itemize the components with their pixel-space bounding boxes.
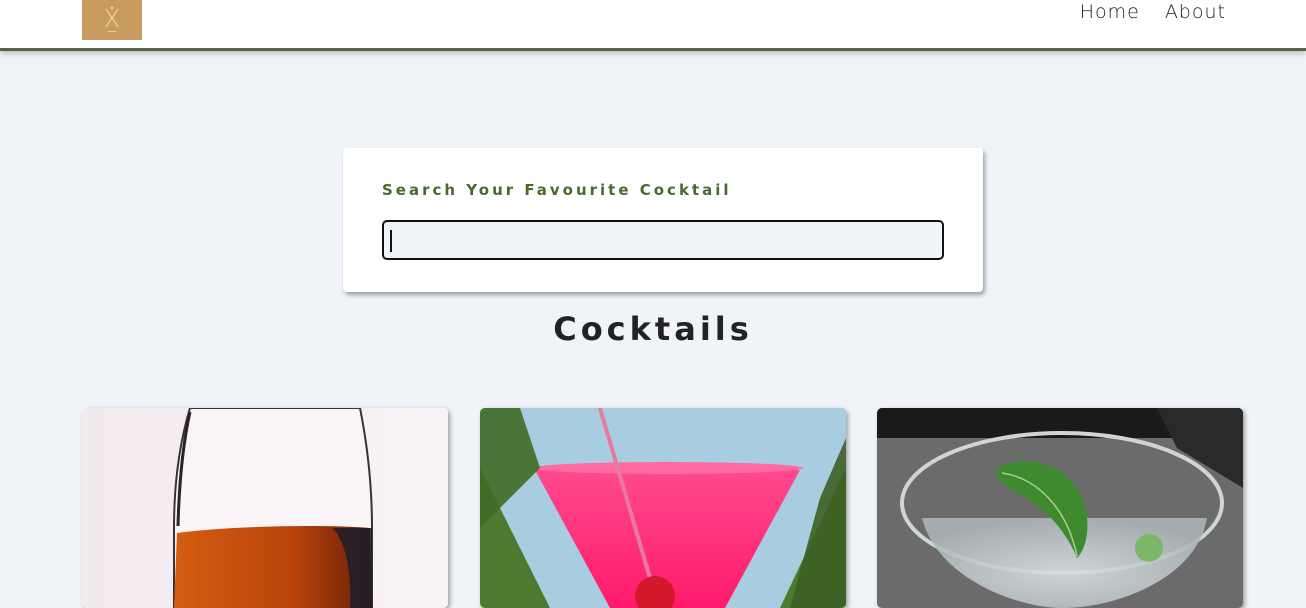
- amber-wine-glass-photo: [82, 408, 448, 608]
- pink-martini-photo: [480, 408, 846, 608]
- text-caret: [390, 230, 392, 252]
- search-input[interactable]: [382, 220, 944, 260]
- navbar: Home About: [0, 0, 1306, 51]
- cocktail-card[interactable]: [480, 408, 846, 608]
- nav-links: Home About: [1080, 0, 1226, 24]
- cocktail-card[interactable]: [877, 408, 1243, 608]
- cocktail-logo-icon[interactable]: [82, 0, 142, 40]
- search-label: Search Your Favourite Cocktail: [382, 181, 732, 199]
- section-title: Cocktails: [553, 310, 753, 348]
- nav-link-about[interactable]: About: [1165, 1, 1226, 23]
- clear-cocktail-with-mint-photo: [877, 408, 1243, 608]
- nav-link-home[interactable]: Home: [1080, 1, 1140, 23]
- cocktail-card[interactable]: [82, 408, 448, 608]
- search-form: Search Your Favourite Cocktail: [343, 148, 983, 292]
